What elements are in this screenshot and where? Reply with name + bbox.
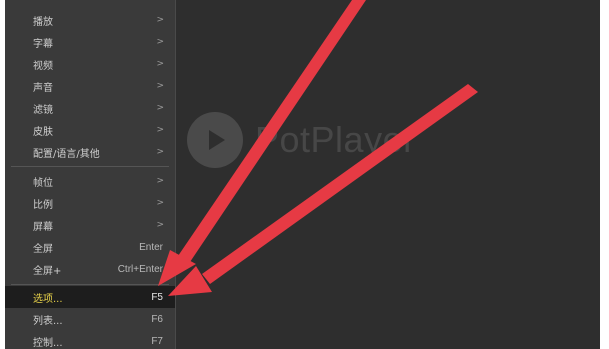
annotation-arrows bbox=[158, 0, 478, 296]
red-arrow-shaft-1 bbox=[178, 0, 366, 262]
screenshot-frame: PotPlayer 播放 > 字幕 > 视频 > 声音 > 滤镜 > 皮肤 > … bbox=[0, 0, 609, 349]
red-arrow-shaft-2 bbox=[202, 84, 478, 284]
